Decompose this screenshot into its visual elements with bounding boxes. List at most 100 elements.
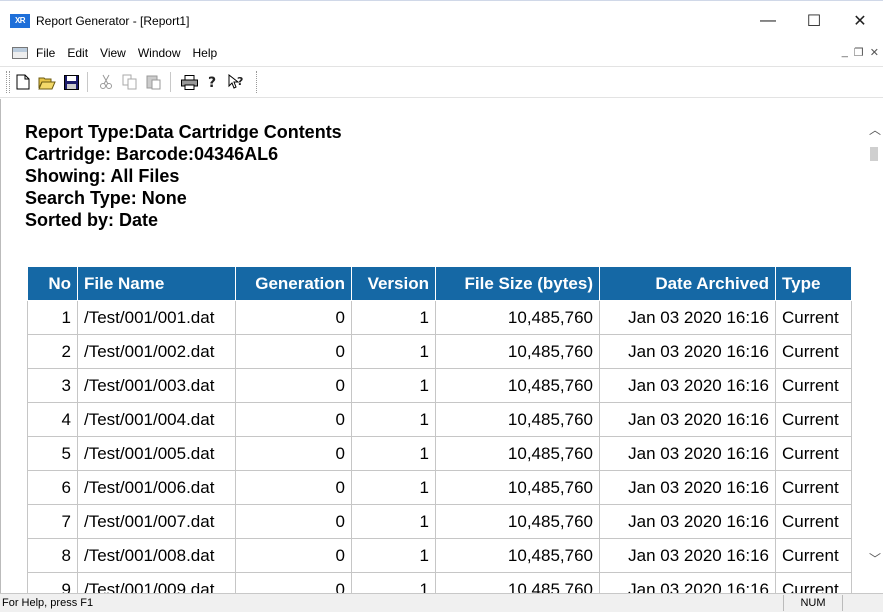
cell-no: 2 [27,334,78,369]
minimize-button[interactable]: — [745,1,791,41]
column-header-file-name: File Name [77,266,236,301]
cell-no: 8 [27,538,78,573]
table-row[interactable]: 5/Test/001/005.dat 0 1 10,485,760 Jan 03 202… [27,436,852,471]
showing-line: Showing: All Files [25,166,180,186]
cell-type: Current [775,368,852,403]
table-row[interactable]: 7/Test/001/007.dat 0 1 10,485,760 Jan 03 202… [27,504,852,539]
app-icon: XR [10,13,30,28]
cell-file-name: /Test/001/006.dat [77,470,236,505]
print-icon[interactable] [178,71,200,93]
status-help-text: For Help, press F1 [2,597,94,609]
table-row[interactable]: 6/Test/001/006.dat 0 1 10,485,760 Jan 03 202… [27,470,852,505]
scroll-up-icon[interactable]: ︿ [869,121,881,138]
cell-file-size: 10,485,760 [435,334,600,369]
help-icon[interactable]: ? [202,71,224,93]
scroll-down-icon[interactable]: ﹀ [869,550,881,567]
cell-file-name: /Test/001/002.dat [77,334,236,369]
paste-icon[interactable] [143,71,165,93]
menu-file[interactable]: File [36,46,55,60]
cell-date-archived: Jan 03 2020 16:16 [599,504,776,539]
toolbar-end-grip [256,71,260,93]
cell-generation: 0 [235,368,352,403]
table-row[interactable]: 3/Test/001/003.dat 0 1 10,485,760 Jan 03 202… [27,368,852,403]
cell-date-archived: Jan 03 2020 16:16 [599,436,776,471]
open-icon[interactable] [36,71,58,93]
document-window-controls: _ ❐ ✕ [842,46,879,59]
vertical-scrollbar[interactable]: ︿ ﹀ [865,99,883,593]
report-view[interactable]: Report Type:Data Cartridge Contents Cart… [0,99,865,593]
cell-no: 6 [27,470,78,505]
document-system-menu-icon[interactable] [12,47,28,59]
document-restore-button[interactable]: ❐ [854,46,864,59]
menu-view[interactable]: View [100,46,126,60]
cell-type: Current [775,334,852,369]
menu-edit[interactable]: Edit [67,46,88,60]
cell-file-size: 10,485,760 [435,368,600,403]
cell-generation: 0 [235,402,352,437]
num-lock-indicator: NUM [783,595,843,611]
menu-help[interactable]: Help [193,46,218,60]
document-close-button[interactable]: ✕ [870,46,879,59]
copy-icon[interactable] [119,71,141,93]
table-row[interactable]: 1/Test/001/001.dat 0 1 10,485,760 Jan 03 202… [27,300,852,335]
report-header: Report Type:Data Cartridge Contents Cart… [25,121,342,231]
cell-generation: 0 [235,300,352,335]
menu-window[interactable]: Window [138,46,181,60]
cell-generation: 0 [235,470,352,505]
cell-version: 1 [351,300,436,335]
cut-icon[interactable] [95,71,117,93]
cell-date-archived: Jan 03 2020 16:16 [599,300,776,335]
report-type-line: Report Type:Data Cartridge Contents [25,122,342,142]
column-header-version: Version [351,266,436,301]
cell-file-name: /Test/001/003.dat [77,368,236,403]
cell-file-name: /Test/001/001.dat [77,300,236,335]
cell-file-name: /Test/001/004.dat [77,402,236,437]
cell-date-archived: Jan 03 2020 16:16 [599,538,776,573]
scroll-thumb[interactable] [870,147,878,161]
save-icon[interactable] [60,71,82,93]
cell-type: Current [775,504,852,539]
maximize-button[interactable]: ☐ [791,1,837,41]
svg-text:?: ? [208,75,216,90]
cell-generation: 0 [235,436,352,471]
toolbar: ? ? [0,66,883,98]
cell-file-size: 10,485,760 [435,572,600,593]
document-minimize-button[interactable]: _ [842,46,848,59]
cell-date-archived: Jan 03 2020 16:16 [599,572,776,593]
cell-date-archived: Jan 03 2020 16:16 [599,470,776,505]
table-row[interactable]: 9/Test/001/009.dat 0 1 10,485,760 Jan 03 202… [27,572,852,593]
cell-version: 1 [351,368,436,403]
close-button[interactable]: ✕ [837,1,883,41]
title-bar: XR Report Generator - [Report1] — ☐ ✕ [0,0,883,40]
cell-no: 3 [27,368,78,403]
toolbar-grip[interactable] [6,71,10,93]
table-row[interactable]: 4/Test/001/004.dat 0 1 10,485,760 Jan 03 202… [27,402,852,437]
table-row[interactable]: 2/Test/001/002.dat 0 1 10,485,760 Jan 03 202… [27,334,852,369]
toolbar-separator [170,72,171,92]
cell-date-archived: Jan 03 2020 16:16 [599,368,776,403]
cell-version: 1 [351,572,436,593]
report-table: No File Name Generation Version File Siz… [27,266,852,593]
context-help-icon[interactable]: ? [226,71,248,93]
cell-file-name: /Test/001/008.dat [77,538,236,573]
cell-no: 9 [27,572,78,593]
cell-version: 1 [351,538,436,573]
cell-type: Current [775,470,852,505]
cell-type: Current [775,300,852,335]
cell-file-size: 10,485,760 [435,538,600,573]
cell-version: 1 [351,504,436,539]
new-icon[interactable] [12,71,34,93]
table-row[interactable]: 8/Test/001/008.dat 0 1 10,485,760 Jan 03 202… [27,538,852,573]
table-body: 1/Test/001/001.dat 0 1 10,485,760 Jan 03 202… [27,300,852,593]
column-header-type: Type [775,266,852,301]
menu-bar: File Edit View Window Help _ ❐ ✕ [0,40,883,66]
cell-generation: 0 [235,334,352,369]
status-bar: For Help, press F1 NUM [0,593,883,612]
cell-no: 4 [27,402,78,437]
toolbar-separator [87,72,88,92]
cell-no: 1 [27,300,78,335]
column-header-generation: Generation [235,266,352,301]
cell-file-name: /Test/001/007.dat [77,504,236,539]
cell-file-size: 10,485,760 [435,436,600,471]
column-header-date-archived: Date Archived [599,266,776,301]
